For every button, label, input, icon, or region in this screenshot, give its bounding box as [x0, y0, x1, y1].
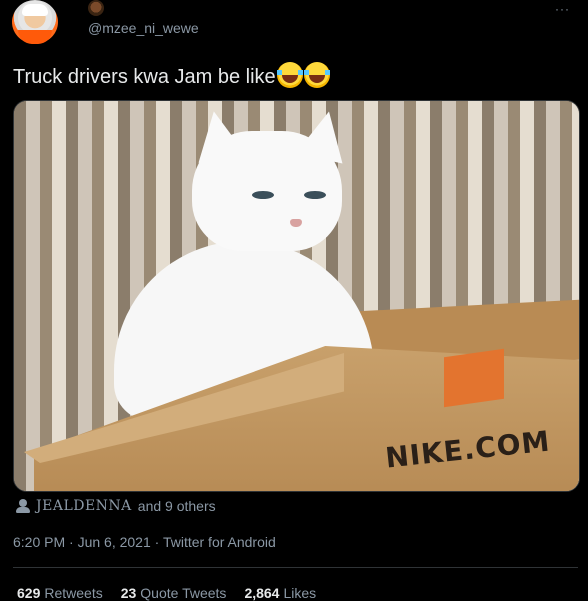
shirt-icon — [18, 30, 52, 44]
more-options-icon[interactable]: ··· — [555, 2, 570, 16]
tweet-meta[interactable]: 6:20 PM · Jun 6, 2021 · Twitter for Andr… — [13, 534, 276, 550]
tweet-text: Truck drivers kwa Jam be like — [13, 62, 330, 89]
retweets-stat[interactable]: 629 Retweets — [17, 585, 103, 601]
liked-by-others: and 9 others — [137, 498, 216, 514]
retweets-count: 629 — [17, 585, 41, 601]
cat-left-eye — [252, 191, 274, 199]
likes-count: 2,864 — [244, 585, 280, 601]
tweet: @mzee_ni_wewe ··· Truck drivers kwa Jam … — [0, 0, 588, 601]
quotes-stat[interactable]: 23 Quote Tweets — [121, 585, 227, 601]
tweet-photo[interactable]: NIKE.COM — [13, 100, 580, 492]
author-avatar[interactable] — [12, 0, 58, 44]
box-orange-stripe — [444, 348, 504, 408]
divider — [13, 567, 578, 568]
retweets-label: Retweets — [44, 585, 103, 601]
hat-icon — [22, 4, 48, 16]
small-avatar[interactable] — [88, 0, 104, 16]
laughing-emoji-icon — [303, 62, 330, 88]
cat-right-eye — [304, 191, 326, 199]
tweet-text-content: Truck drivers kwa Jam be like — [13, 66, 276, 88]
author-handle[interactable]: @mzee_ni_wewe — [88, 20, 199, 36]
tweet-stats: 629 Retweets 23 Quote Tweets 2,864 Likes — [17, 585, 316, 601]
quotes-count: 23 — [120, 585, 137, 601]
liked-by[interactable]: JEALDENNA and 9 others — [16, 498, 216, 514]
quotes-label: Quote Tweets — [140, 585, 227, 601]
person-icon — [16, 499, 30, 513]
tweet-header: @mzee_ni_wewe ··· — [12, 0, 572, 46]
likes-stat[interactable]: 2,864 Likes — [244, 585, 316, 601]
laughing-emoji-icon — [276, 62, 303, 88]
liked-by-name: JEALDENNA — [36, 498, 132, 514]
cat-nose — [290, 219, 302, 227]
likes-label: Likes — [283, 585, 317, 601]
